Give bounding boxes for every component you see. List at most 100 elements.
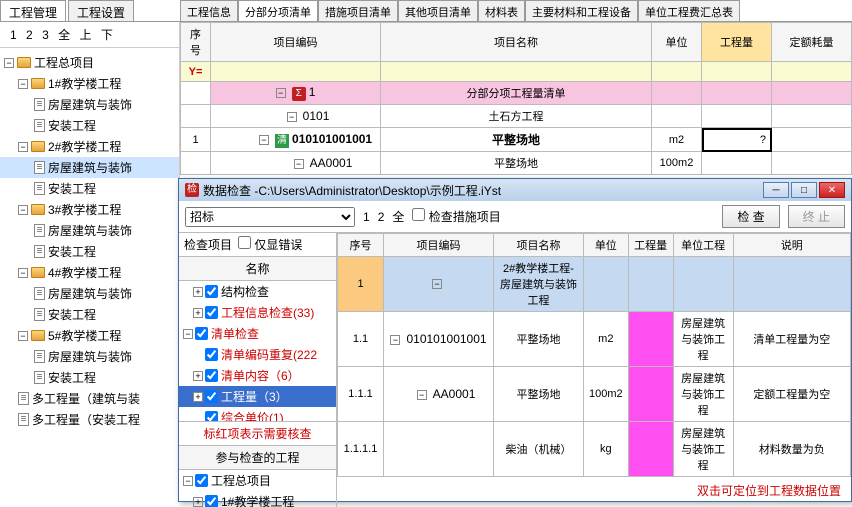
result-row[interactable]: 1.1.1− AA0001平整场地100m2房屋建筑与装饰工程定额工程量为空 [338,367,851,422]
collapse-icon[interactable]: − [294,159,304,169]
rcol-unit[interactable]: 单位 [584,234,629,257]
check-measure-label[interactable]: 检查措施项目 [412,208,500,225]
nav-all[interactable]: 全 [392,208,404,225]
grid-row[interactable]: − 0101土石方工程 [181,105,852,128]
tree-b5a[interactable]: 房屋建筑与装饰 [0,346,179,367]
collapse-icon[interactable]: − [18,79,28,89]
check-struct[interactable]: +结构检查 [179,281,336,302]
tree-b5b[interactable]: 安装工程 [0,367,179,388]
tab-project-mgmt[interactable]: 工程管理 [0,0,66,21]
rcol-proj[interactable]: 单位工程 [673,234,733,257]
tree-b4[interactable]: −4#教学楼工程 [0,262,179,283]
subtab-bill[interactable]: 分部分项清单 [238,0,318,21]
minimize-button[interactable]: ─ [763,182,789,198]
subtab-info[interactable]: 工程信息 [180,0,238,21]
rcol-code[interactable]: 项目编码 [384,234,494,257]
collapse-icon[interactable]: − [183,476,193,486]
expand-icon[interactable]: + [193,287,203,297]
tree-b3b[interactable]: 安装工程 [0,241,179,262]
dialog-titlebar[interactable]: 检 数据检查 -C:\Users\Administrator\Desktop\示… [179,179,851,201]
cell-qty[interactable]: ? [702,128,772,152]
check-checkbox[interactable] [195,327,208,340]
check-content[interactable]: +清单内容（6） [179,365,336,386]
tree-b2b[interactable]: 安装工程 [0,178,179,199]
check-dup[interactable]: 清单编码重复(222 [179,344,336,365]
check-checkbox[interactable] [205,348,218,361]
check-price[interactable]: 综合单价(1) [179,407,336,421]
collapse-icon[interactable]: − [432,279,442,289]
expand-icon[interactable]: + [193,308,203,318]
bid-type-select[interactable]: 招标 [185,207,355,227]
check-qty[interactable]: +工程量（3） [179,386,336,407]
collapse-icon[interactable]: − [4,58,14,68]
tree-b1[interactable]: −1#教学楼工程 [0,73,179,94]
check-checkbox[interactable] [205,411,218,421]
page-all[interactable]: 全 [58,28,70,42]
subtab-summary[interactable]: 单位工程费汇总表 [638,0,740,21]
tree-b3[interactable]: −3#教学楼工程 [0,199,179,220]
collapse-icon[interactable]: − [18,268,28,278]
check-checkbox[interactable] [195,474,208,487]
page-down[interactable]: 下 [101,28,113,42]
result-row[interactable]: 1.1.1.1柴油（机械）kg房屋建筑与装饰工程材料数量为负 [338,422,851,477]
grid-row[interactable]: − Σ 1分部分项工程量清单 [181,82,852,105]
nav-2[interactable]: 2 [378,210,385,224]
check-checkbox[interactable] [205,285,218,298]
collapse-icon[interactable]: − [18,331,28,341]
collapse-icon[interactable]: − [18,205,28,215]
tree-b1b[interactable]: 安装工程 [0,115,179,136]
tree-multi1[interactable]: 多工程量（建筑与装 [0,388,179,409]
rcol-name[interactable]: 项目名称 [494,234,584,257]
only-errors-checkbox[interactable] [238,236,251,249]
proj-b1[interactable]: +1#教学楼工程 [179,491,336,507]
check-info[interactable]: +工程信息检查(33) [179,302,336,323]
only-errors-label[interactable]: 仅显错误 [238,236,302,253]
page-1[interactable]: 1 [10,28,17,42]
check-checkbox[interactable] [205,369,218,382]
rcol-desc[interactable]: 说明 [733,234,850,257]
check-checkbox[interactable] [205,390,218,403]
close-button[interactable]: ✕ [819,182,845,198]
collapse-icon[interactable]: − [287,112,297,122]
col-code[interactable]: 项目编码 [211,23,381,62]
tree-b2a[interactable]: 房屋建筑与装饰 [0,157,179,178]
tab-project-settings[interactable]: 工程设置 [68,0,134,21]
subtab-other[interactable]: 其他项目清单 [398,0,478,21]
subtab-measure[interactable]: 措施项目清单 [318,0,398,21]
subtab-material[interactable]: 材料表 [478,0,525,21]
tree-b1a[interactable]: 房屋建筑与装饰 [0,94,179,115]
collapse-icon[interactable]: − [276,88,286,98]
col-seq[interactable]: 序号 [181,23,211,62]
expand-icon[interactable]: + [193,371,203,381]
proj-root[interactable]: −工程总项目 [179,470,336,491]
rcol-seq[interactable]: 序号 [338,234,384,257]
check-checkbox[interactable] [205,495,218,507]
collapse-icon[interactable]: − [259,135,269,145]
stop-button[interactable]: 终 止 [788,205,845,228]
col-qty[interactable]: 工程量 [702,23,772,62]
col-consume[interactable]: 定额耗量 [772,23,852,62]
col-name[interactable]: 项目名称 [381,23,652,62]
tree-b2[interactable]: −2#教学楼工程 [0,136,179,157]
filter-row[interactable]: Y= [181,62,852,82]
tree-b3a[interactable]: 房屋建筑与装饰 [0,220,179,241]
nav-1[interactable]: 1 [363,210,370,224]
collapse-icon[interactable]: − [417,390,427,400]
result-row[interactable]: 1.1− 010101001001平整场地m2房屋建筑与装饰工程清单工程量为空 [338,312,851,367]
check-measure-checkbox[interactable] [412,208,425,221]
tree-multi2[interactable]: 多工程量（安装工程 [0,409,179,430]
check-list[interactable]: −清单检查 [179,323,336,344]
tree-b4b[interactable]: 安装工程 [0,304,179,325]
tree-root[interactable]: −工程总项目 [0,52,179,73]
result-row[interactable]: 1−2#教学楼工程-房屋建筑与装饰工程 [338,257,851,312]
maximize-button[interactable]: □ [791,182,817,198]
collapse-icon[interactable]: − [390,335,400,345]
col-unit[interactable]: 单位 [652,23,702,62]
tree-b5[interactable]: −5#教学楼工程 [0,325,179,346]
rcol-qty[interactable]: 工程量 [628,234,673,257]
check-button[interactable]: 检 查 [722,205,779,228]
tree-b4a[interactable]: 房屋建筑与装饰 [0,283,179,304]
page-up[interactable]: 上 [79,28,91,42]
collapse-icon[interactable]: − [183,329,193,339]
grid-row[interactable]: 1− 清 010101001001平整场地m2? [181,128,852,152]
